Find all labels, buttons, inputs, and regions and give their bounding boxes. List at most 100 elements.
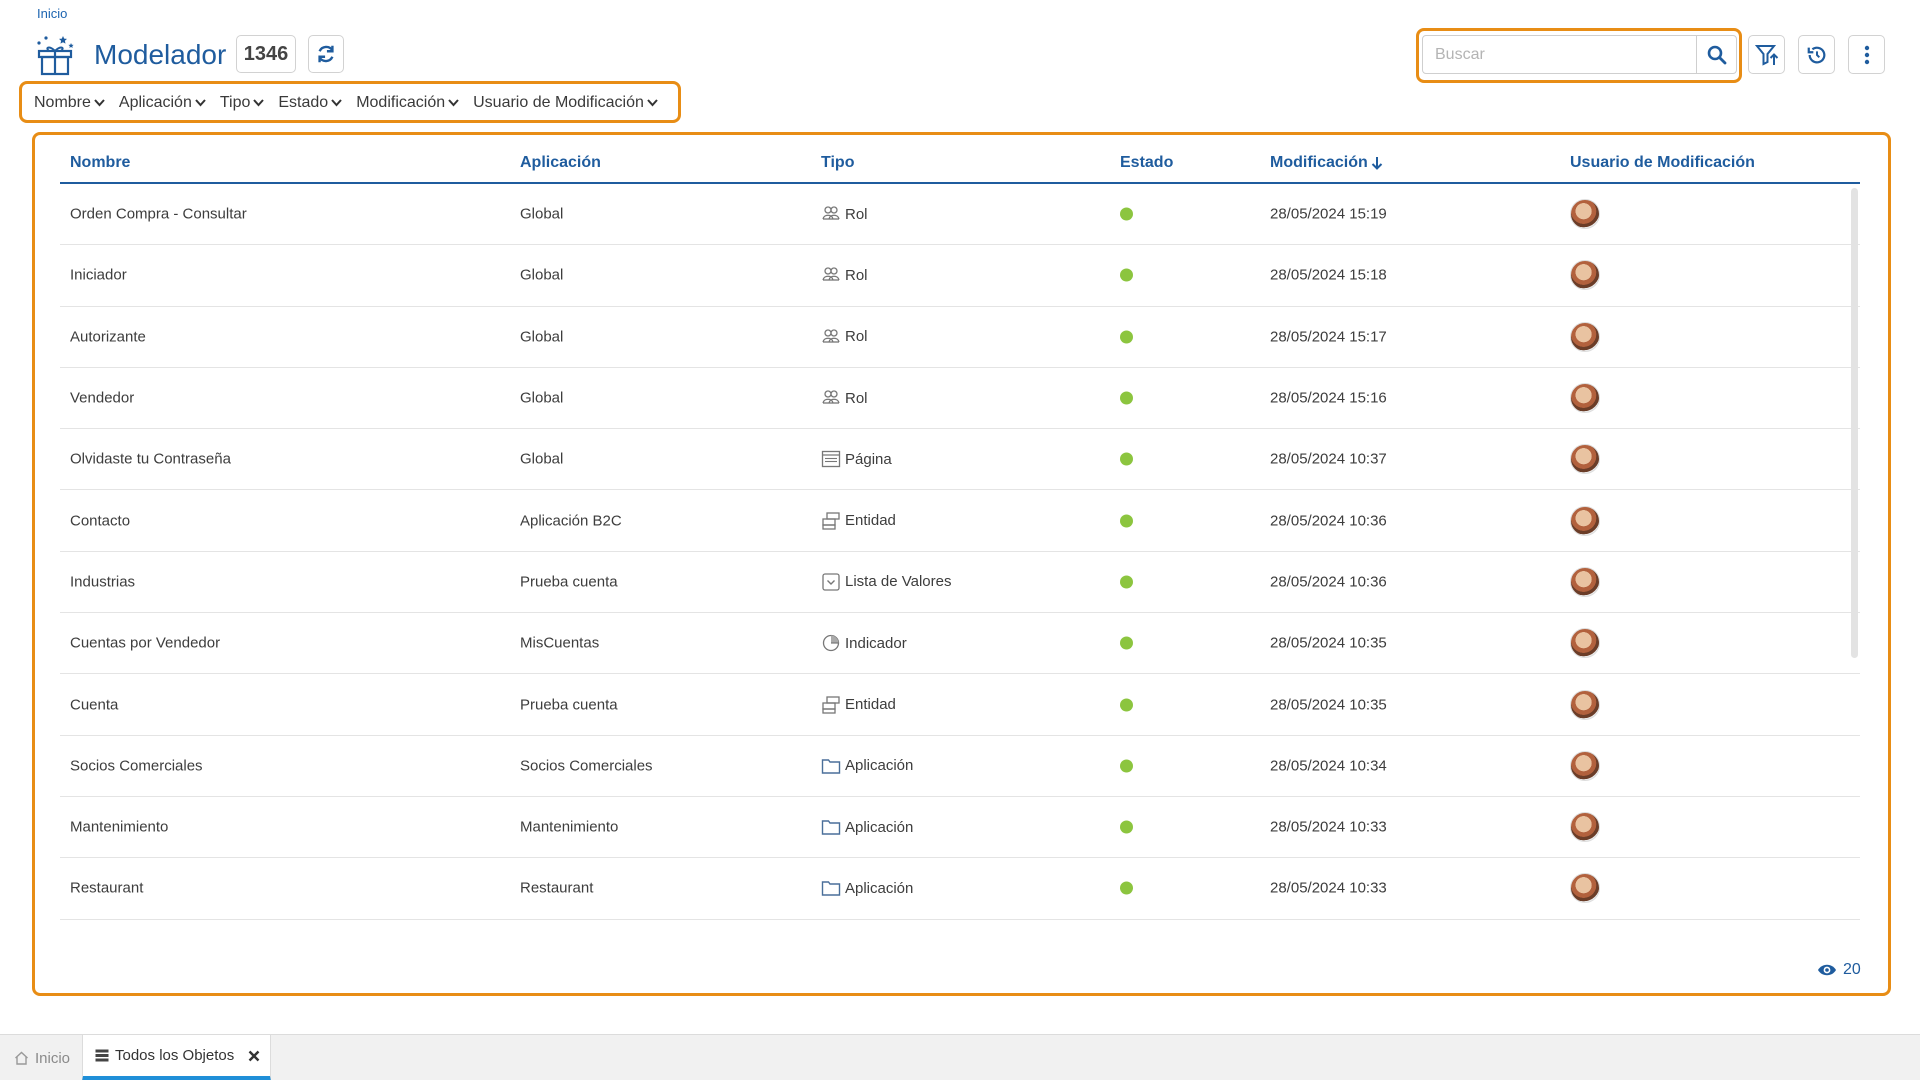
history-button[interactable] xyxy=(1798,35,1835,74)
status-active-dot xyxy=(1120,575,1133,589)
filter-usuario-modificacion[interactable]: Usuario de Modificación xyxy=(473,94,658,112)
status-active-dot xyxy=(1120,698,1133,712)
column-header-modificacion[interactable]: Modificación xyxy=(1270,154,1383,172)
table-scrollbar[interactable] xyxy=(1851,188,1858,658)
user-avatar[interactable] xyxy=(1570,812,1600,843)
cell-nombre: Autorizante xyxy=(70,328,146,346)
cell-tipo-label: Página xyxy=(845,450,892,468)
user-avatar[interactable] xyxy=(1570,873,1600,904)
user-avatar[interactable] xyxy=(1570,321,1600,352)
chevron-down-icon xyxy=(331,99,342,107)
filter-tipo[interactable]: Tipo xyxy=(220,94,265,112)
cell-estado xyxy=(1120,207,1133,221)
cell-tipo: Entidad xyxy=(821,695,896,715)
entity-icon xyxy=(822,511,840,530)
cell-nombre: Restaurant xyxy=(70,879,144,897)
breadcrumb[interactable]: Inicio xyxy=(37,6,67,21)
table-row[interactable]: Socios Comerciales Socios Comerciales Apli… xyxy=(60,736,1860,797)
cell-nombre: Industrias xyxy=(70,573,136,591)
value-list-icon xyxy=(822,573,840,591)
table-row[interactable]: Restaurant Restaurant Aplicación 28/05/2024… xyxy=(60,858,1860,920)
column-header-usuario[interactable]: Usuario de Modificación xyxy=(1570,154,1755,172)
column-header-aplicacion[interactable]: Aplicación xyxy=(520,154,601,172)
kebab-menu-icon xyxy=(1864,45,1869,64)
status-active-dot xyxy=(1120,330,1133,344)
cell-tipo-label: Rol xyxy=(845,205,868,223)
cell-modificacion: 28/05/2024 10:33 xyxy=(1270,879,1387,897)
cell-usuario xyxy=(1570,873,1600,904)
cell-tipo: Rol xyxy=(821,327,868,347)
cell-tipo-label: Rol xyxy=(845,328,868,346)
filter-label: Nombre xyxy=(34,94,91,111)
user-avatar[interactable] xyxy=(1570,505,1600,536)
table-row[interactable]: Cuentas por Vendedor MisCuentas Indicador 2… xyxy=(60,613,1860,675)
cell-usuario xyxy=(1570,689,1600,720)
cell-tipo: Rol xyxy=(821,265,868,285)
cell-modificacion: 28/05/2024 15:18 xyxy=(1270,266,1387,284)
cell-aplicacion: MisCuentas xyxy=(520,634,600,652)
more-options-button[interactable] xyxy=(1848,35,1885,74)
table-row[interactable]: Cuenta Prueba cuenta Entidad 28/05/2024 10:… xyxy=(60,674,1860,736)
column-header-tipo[interactable]: Tipo xyxy=(821,154,854,172)
user-avatar[interactable] xyxy=(1570,628,1600,659)
cell-modificacion: 28/05/2024 10:35 xyxy=(1270,696,1387,714)
eye-icon xyxy=(1818,964,1836,976)
cell-nombre: Mantenimiento xyxy=(70,818,169,836)
filter-modificacion[interactable]: Modificación xyxy=(356,94,459,112)
cell-modificacion: 28/05/2024 10:35 xyxy=(1270,634,1387,652)
table-row[interactable]: Industrias Prueba cuenta Lista de Valores 2… xyxy=(60,552,1860,614)
cell-nombre: Contacto xyxy=(70,512,131,530)
cell-aplicacion: Global xyxy=(520,205,564,223)
cell-modificacion: 28/05/2024 10:33 xyxy=(1270,818,1387,836)
table-row[interactable]: Autorizante Global Rol 28/05/2024 15:17 xyxy=(60,307,1860,368)
cell-nombre: Olvidaste tu Contraseña xyxy=(70,450,231,468)
cell-tipo: Aplicación xyxy=(821,817,913,837)
tab-home[interactable]: Inicio xyxy=(12,1035,72,1080)
cell-tipo: Rol xyxy=(821,388,868,408)
user-avatar[interactable] xyxy=(1570,383,1600,414)
user-avatar[interactable] xyxy=(1570,199,1600,230)
cell-aplicacion: Global xyxy=(520,450,564,468)
user-avatar[interactable] xyxy=(1570,444,1600,475)
filter-estado[interactable]: Estado xyxy=(278,94,342,112)
filter-sort-button[interactable] xyxy=(1748,35,1785,74)
cell-tipo-label: Lista de Valores xyxy=(845,573,952,591)
user-avatar[interactable] xyxy=(1570,260,1600,291)
user-avatar[interactable] xyxy=(1570,566,1600,597)
cell-estado xyxy=(1120,820,1133,834)
filter-label: Tipo xyxy=(219,94,251,111)
cell-modificacion: 28/05/2024 10:34 xyxy=(1270,757,1387,775)
cell-estado xyxy=(1120,452,1133,466)
object-count-badge: 1346 xyxy=(236,35,296,73)
cell-usuario xyxy=(1570,260,1600,291)
cell-tipo-label: Entidad xyxy=(845,696,896,714)
column-header-nombre[interactable]: Nombre xyxy=(70,154,130,172)
column-header-estado[interactable]: Estado xyxy=(1120,154,1173,172)
tab-todos-los-objetos[interactable]: Todos los Objetos xyxy=(82,1035,271,1080)
cell-aplicacion: Global xyxy=(520,266,564,284)
close-icon[interactable] xyxy=(248,1050,260,1062)
cell-usuario xyxy=(1570,321,1600,352)
history-icon xyxy=(1807,46,1825,63)
user-avatar[interactable] xyxy=(1570,750,1600,781)
cell-usuario xyxy=(1570,199,1600,230)
visible-count-control[interactable]: 20 xyxy=(1817,961,1861,979)
filter-nombre[interactable]: Nombre xyxy=(34,94,105,112)
cell-tipo: Entidad xyxy=(821,511,896,531)
cell-estado xyxy=(1120,391,1133,405)
search-button[interactable] xyxy=(1696,36,1736,73)
user-avatar[interactable] xyxy=(1570,689,1600,720)
table-row[interactable]: Olvidaste tu Contraseña Global Página 28/05… xyxy=(60,429,1860,491)
table-row[interactable]: Contacto Aplicación B2C Entidad 28/05/2024 … xyxy=(60,490,1860,552)
table-row[interactable]: Iniciador Global Rol 28/05/2024 15:18 xyxy=(60,245,1860,307)
table-row[interactable]: Orden Compra - Consultar Global Rol 28/05/2… xyxy=(60,184,1860,246)
table-row[interactable]: Mantenimiento Mantenimiento Aplicación 28/0… xyxy=(60,797,1860,859)
cell-tipo-label: Aplicación xyxy=(845,757,914,775)
search-input[interactable] xyxy=(1423,36,1696,73)
filter-aplicacion[interactable]: Aplicación xyxy=(119,94,206,112)
refresh-button[interactable] xyxy=(308,35,344,73)
cell-modificacion: 28/05/2024 10:37 xyxy=(1270,450,1387,468)
table-row[interactable]: Vendedor Global Rol 28/05/2024 15:16 xyxy=(60,368,1860,430)
filter-label: Modificación xyxy=(356,94,446,111)
status-active-dot xyxy=(1120,636,1133,650)
